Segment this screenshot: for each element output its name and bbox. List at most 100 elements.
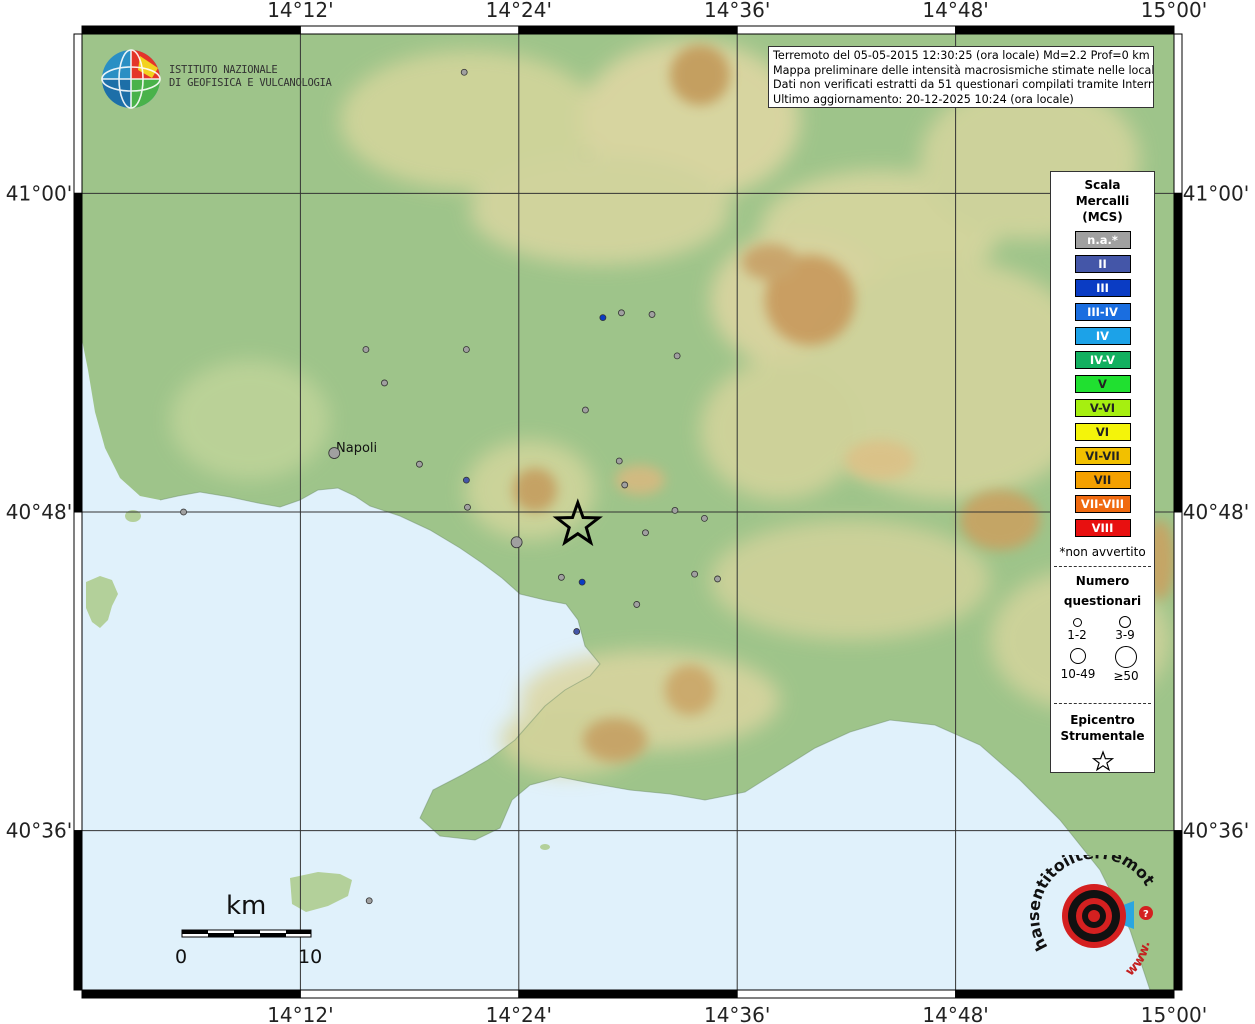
lon-label-bottom: 14°36' — [704, 1003, 770, 1024]
frame-bar-bottom — [736, 989, 957, 999]
count-title-line2: questionari — [1063, 594, 1142, 608]
intensity-point — [381, 379, 388, 387]
intensity-point — [462, 476, 470, 484]
size-circle-large — [1070, 648, 1086, 664]
frame-bar-top — [955, 25, 1175, 35]
mcs-scale-v-vi: V-VI — [1074, 399, 1131, 417]
intensity-point — [633, 601, 641, 608]
mcs-scale-iv: IV — [1074, 327, 1131, 345]
intensity-point — [618, 309, 625, 317]
lon-label-bottom: 14°12' — [267, 1003, 333, 1024]
size-label-2: 3-9 — [1115, 628, 1135, 642]
intensity-point — [328, 447, 341, 459]
frame-bar-bottom — [518, 989, 738, 999]
size-circle-xlarge — [1115, 646, 1137, 668]
intensity-point — [362, 346, 370, 353]
intensity-point — [180, 508, 187, 516]
intensity-point — [621, 481, 629, 489]
ingv-line2: DI GEOFISICA E VULCANOLOGIA — [169, 77, 332, 89]
frame-bar-right — [1173, 192, 1183, 513]
lat-label-right: 40°36' — [1183, 819, 1249, 843]
info-line1: Terremoto del 05-05-2015 12:30:25 (ora l… — [773, 49, 1150, 62]
frame-bar-bottom — [81, 989, 301, 999]
count-size-legend: 1-2 3-9 10-49 ≥50 — [1051, 611, 1154, 701]
lon-label-top: 15°00' — [1141, 0, 1207, 22]
intensity-point — [416, 460, 423, 468]
mcs-scale-n-a: n.a.* — [1074, 231, 1131, 249]
lon-label-top: 14°48' — [922, 0, 988, 22]
lat-label-left: 41°00' — [6, 181, 72, 205]
intensity-point — [615, 457, 623, 465]
intensity-point — [582, 406, 589, 414]
intensity-point — [462, 346, 470, 353]
intensity-point — [464, 503, 471, 511]
size-label-1: 1-2 — [1067, 628, 1087, 642]
intensity-point — [701, 514, 708, 522]
legend-title-line3: (MCS) — [1082, 210, 1123, 224]
lon-label-bottom: 14°24' — [486, 1003, 552, 1024]
svg-text:?: ? — [1143, 909, 1149, 920]
frame-bar-right — [1173, 830, 1183, 991]
intensity-point — [557, 573, 565, 581]
count-title-line1: Numero — [1075, 574, 1130, 588]
hst-logo-url: www. — [1123, 940, 1154, 975]
lat-label-right: 41°00' — [1183, 181, 1249, 205]
lon-label-bottom: 15°00' — [1141, 1003, 1207, 1024]
mcs-scale-ii: II — [1074, 255, 1131, 273]
legend-title-line1: Scala — [1084, 178, 1121, 192]
legend-note: *non avvertito — [1059, 545, 1146, 559]
lon-label-top: 14°12' — [267, 0, 333, 22]
intensity-point — [671, 507, 679, 514]
epicenter-title: Epicentro Strumentale — [1051, 712, 1154, 744]
intensity-point — [460, 68, 468, 76]
mcs-scale-vi: VI — [1074, 423, 1131, 441]
frame-bar-left — [73, 511, 83, 832]
event-info-box: Terremoto del 05-05-2015 12:30:25 (ora l… — [768, 46, 1154, 108]
frame-bar-left — [73, 192, 83, 513]
frame-bar-top — [736, 25, 957, 35]
scalebar-unit: km — [226, 891, 266, 921]
mcs-scale-iii: III — [1074, 279, 1131, 297]
mcs-scale-iii-iv: III-IV — [1074, 303, 1131, 321]
size-label-4: ≥50 — [1113, 669, 1139, 683]
lat-label-left: 40°48' — [6, 500, 72, 524]
intensity-point — [673, 352, 681, 360]
lon-label-bottom: 14°48' — [922, 1003, 988, 1024]
ingv-line1: ISTITUTO NAZIONALE — [169, 64, 278, 76]
epicenter-title-line1: Epicentro — [1070, 713, 1135, 727]
scalebar-start: 0 — [175, 946, 187, 968]
mcs-scale-iv-v: IV-V — [1074, 351, 1131, 369]
frame-bar-top — [518, 25, 738, 35]
ingv-logo-text: ISTITUTO NAZIONALE DI GEOFISICA E VULCAN… — [169, 64, 332, 90]
intensity-point — [578, 578, 586, 586]
frame-bar-top — [81, 25, 301, 35]
scalebar-end: 10 — [298, 946, 322, 968]
city-label-napoli: Napoli — [336, 441, 377, 456]
legend-title: Scala Mercalli (MCS) — [1051, 177, 1154, 225]
intensity-point — [573, 628, 581, 635]
svg-text:www.: www. — [1123, 940, 1154, 975]
lon-label-top: 14°36' — [704, 0, 770, 22]
frame-bar-right — [1173, 511, 1183, 832]
intensity-point — [691, 570, 699, 578]
mcs-scale-viii: VIII — [1074, 519, 1131, 537]
intensity-point — [648, 311, 656, 318]
intensity-point — [510, 536, 523, 549]
mcs-scale-vii: VII — [1074, 471, 1131, 489]
intensity-point — [365, 897, 373, 905]
legend-title-line2: Mercalli — [1075, 194, 1130, 208]
size-circle-medium — [1119, 616, 1131, 628]
frame-bar-right — [1173, 33, 1183, 194]
lon-label-top: 14°24' — [486, 0, 552, 22]
frame-bar-left — [73, 33, 83, 194]
epicenter-legend-star-icon — [1091, 750, 1114, 772]
epicenter-title-line2: Strumentale — [1060, 729, 1145, 743]
lat-label-right: 40°48' — [1183, 500, 1249, 524]
info-line3: Dati non verificati estratti da 51 quest… — [773, 78, 1154, 91]
info-line2: Mappa preliminare delle intensità macros… — [773, 63, 1154, 77]
ingv-globe-icon — [101, 49, 161, 109]
count-title: Numero questionari — [1051, 571, 1154, 611]
intensity-point — [714, 575, 721, 583]
haisentito-logo-icon: haisentitoilterremoto.it www. ? — [1030, 855, 1159, 975]
size-label-3: 10-49 — [1060, 667, 1096, 681]
